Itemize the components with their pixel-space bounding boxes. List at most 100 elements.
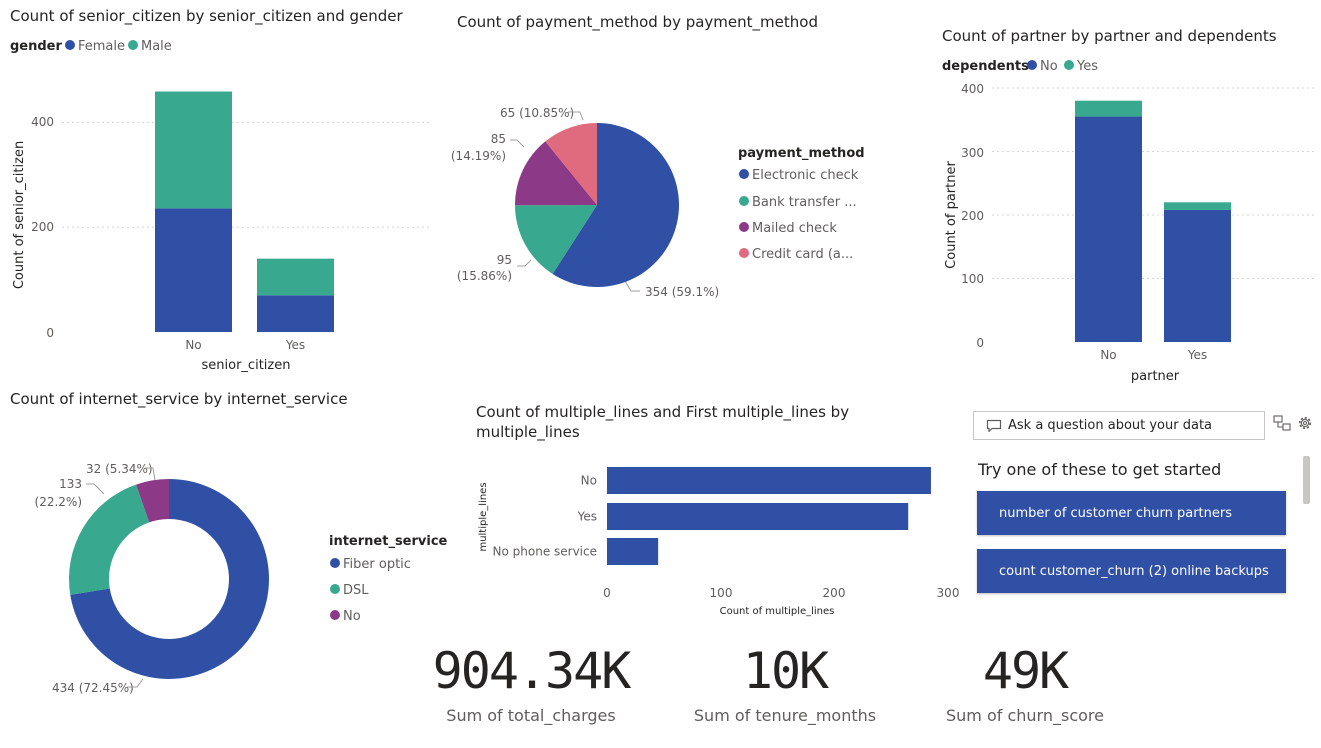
payment-label-mailed-b: (14.19%) (451, 149, 506, 163)
gear-icon[interactable] (1297, 415, 1313, 431)
card-tenure-months-value: 10K (742, 642, 829, 700)
internet-label-dsl-a: 133 (59, 477, 82, 491)
payment-chart-title: Count of payment_method by payment_metho… (457, 13, 818, 31)
senior-chart-title: Count of senior_citizen by senior_citize… (10, 7, 403, 25)
lines-chart-bar-yes (607, 503, 909, 530)
lines-xlabel: Count of multiple_lines (720, 606, 835, 617)
payment-legend-credit[interactable]: Credit card (a... (752, 247, 853, 262)
internet-legend-fiber-dot (330, 558, 340, 568)
partner-xlabel: partner (1131, 369, 1180, 384)
partner-ytick-400: 400 (961, 82, 984, 96)
internet-legend-dsl-dot (330, 584, 340, 594)
lines-chart-bar-no-phone-service (607, 538, 659, 565)
internet-legend-dsl[interactable]: DSL (343, 583, 369, 598)
senior-ylabel: Count of senior_citizen (12, 141, 27, 289)
lines-chart-bar-no (607, 467, 931, 494)
payment-legend-electronic-dot (739, 169, 749, 179)
partner-ytick-100: 100 (961, 272, 984, 286)
card-total-charges[interactable]: 904.34K Sum of total_charges (418, 646, 644, 725)
senior-xlabel: senior_citizen (202, 358, 291, 373)
senior-chart-bar-no-male (155, 91, 232, 209)
payment-chart[interactable]: 65 (10.85%) 85 (14.19%) 95 (15.86%) 354 … (440, 90, 880, 320)
internet-leader-dsl (86, 483, 105, 495)
lines-xtick-300: 300 (937, 586, 960, 600)
qa-suggestion-2[interactable]: count customer_churn (2) online backups (977, 549, 1286, 593)
senior-chart-bar-yes-male (257, 258, 334, 296)
senior-chart-xtick-no: No (185, 338, 201, 352)
partner-ytick-0: 0 (976, 336, 984, 350)
lines-xtick-200: 200 (823, 586, 846, 600)
partner-legend-yes[interactable]: Yes (1076, 59, 1098, 74)
lines-ylabel: multiple_lines (478, 482, 489, 551)
payment-leader-bank (517, 259, 532, 267)
payment-legend-electronic[interactable]: Electronic check (752, 168, 859, 183)
internet-label-no: 32 (5.34%) (86, 462, 153, 476)
payment-legend-credit-dot (739, 248, 749, 258)
partner-legend-no-dot (1027, 60, 1037, 70)
payment-legend-mailed-dot (739, 222, 749, 232)
internet-chart-title: Count of internet_service by internet_se… (10, 390, 348, 408)
internet-legend-fiber[interactable]: Fiber optic (343, 557, 411, 572)
partner-ytick-200: 200 (961, 209, 984, 223)
senior-legend-male-dot (128, 40, 138, 50)
senior-ytick-400: 400 (31, 115, 54, 129)
partner-legend-title: dependents (942, 59, 1029, 74)
lines-chart-category-yes: Yes (577, 510, 597, 524)
partner-chart-title: Count of partner by partner and dependen… (942, 27, 1277, 45)
payment-label-electronic: 354 (59.1%) (645, 285, 719, 299)
lines-chart[interactable]: multiple_lines 0 100 200 300 Count of mu… (470, 455, 965, 625)
card-total-charges-value: 904.34K (432, 642, 632, 700)
card-total-charges-label: Sum of total_charges (446, 706, 616, 725)
card-churn-score-label: Sum of churn_score (946, 706, 1104, 725)
qa-placeholder: Ask a question about your data (1008, 418, 1213, 433)
payment-legend-mailed[interactable]: Mailed check (752, 221, 837, 236)
payment-leader-mailed (510, 139, 525, 148)
internet-label-fiber: 434 (72.45%) (52, 681, 134, 695)
partner-legend-yes-dot (1064, 60, 1074, 70)
lines-xtick-0: 0 (603, 586, 611, 600)
senior-ytick-0: 0 (46, 326, 54, 340)
senior-chart-xtick-yes: Yes (285, 338, 305, 352)
senior-legend-female-dot (65, 40, 75, 50)
internet-legend-no[interactable]: No (343, 609, 361, 624)
partner-chart-bar-no-yes (1075, 100, 1142, 117)
lines-chart-title-2: multiple_lines (476, 423, 580, 441)
lines-xtick-100: 100 (710, 586, 733, 600)
payment-label-bank-a: 95 (497, 253, 512, 267)
internet-legend-title: internet_service (329, 534, 448, 549)
partner-chart-xtick-yes: Yes (1187, 348, 1207, 362)
partner-ylabel: Count of partner (944, 161, 959, 269)
partner-chart-xtick-no: No (1100, 348, 1116, 362)
senior-legend-female[interactable]: Female (78, 39, 125, 54)
partner-ytick-300: 300 (961, 146, 984, 160)
payment-label-mailed-a: 85 (491, 132, 506, 146)
convert-to-visual-icon[interactable] (1273, 415, 1291, 431)
payment-label-credit: 65 (10.85%) (500, 106, 574, 120)
partner-chart[interactable]: dependents No Yes Count of partner 0 100… (930, 55, 1321, 390)
qa-input[interactable]: Ask a question about your data (973, 411, 1265, 440)
qa-scrollbar[interactable] (1303, 456, 1310, 504)
card-tenure-months[interactable]: 10K Sum of tenure_months (680, 646, 890, 725)
senior-chart[interactable]: gender Female Male Count of senior_citiz… (0, 30, 440, 380)
senior-legend-male[interactable]: Male (141, 39, 172, 54)
partner-chart-bar-yes-yes (1164, 202, 1231, 210)
qa-toolbar (1273, 415, 1313, 431)
lines-chart-category-no-phone-service: No phone service (493, 545, 597, 559)
card-tenure-months-label: Sum of tenure_months (693, 706, 877, 725)
partner-chart-bar-no-no (1075, 116, 1142, 342)
senior-ytick-200: 200 (31, 220, 54, 234)
lines-chart-category-no: No (581, 474, 597, 488)
payment-legend-bank-dot (739, 196, 749, 206)
payment-label-bank-b: (15.86%) (457, 269, 512, 283)
qa-try-title: Try one of these to get started (978, 460, 1222, 479)
lines-chart-title-1: Count of multiple_lines and First multip… (476, 403, 850, 421)
internet-legend-no-dot (330, 610, 340, 620)
partner-legend-no[interactable]: No (1040, 59, 1058, 74)
senior-legend-title: gender (10, 39, 63, 54)
payment-leader-electronic (624, 280, 640, 292)
qa-suggestion-1[interactable]: number of customer churn partners (977, 491, 1286, 535)
payment-legend-bank[interactable]: Bank transfer ... (752, 195, 857, 210)
partner-chart-bar-yes-no (1164, 209, 1231, 342)
card-churn-score[interactable]: 49K Sum of churn_score (920, 646, 1130, 725)
internet-chart[interactable]: 32 (5.34%) 133 (22.2%) 434 (72.45%) inte… (0, 450, 450, 700)
